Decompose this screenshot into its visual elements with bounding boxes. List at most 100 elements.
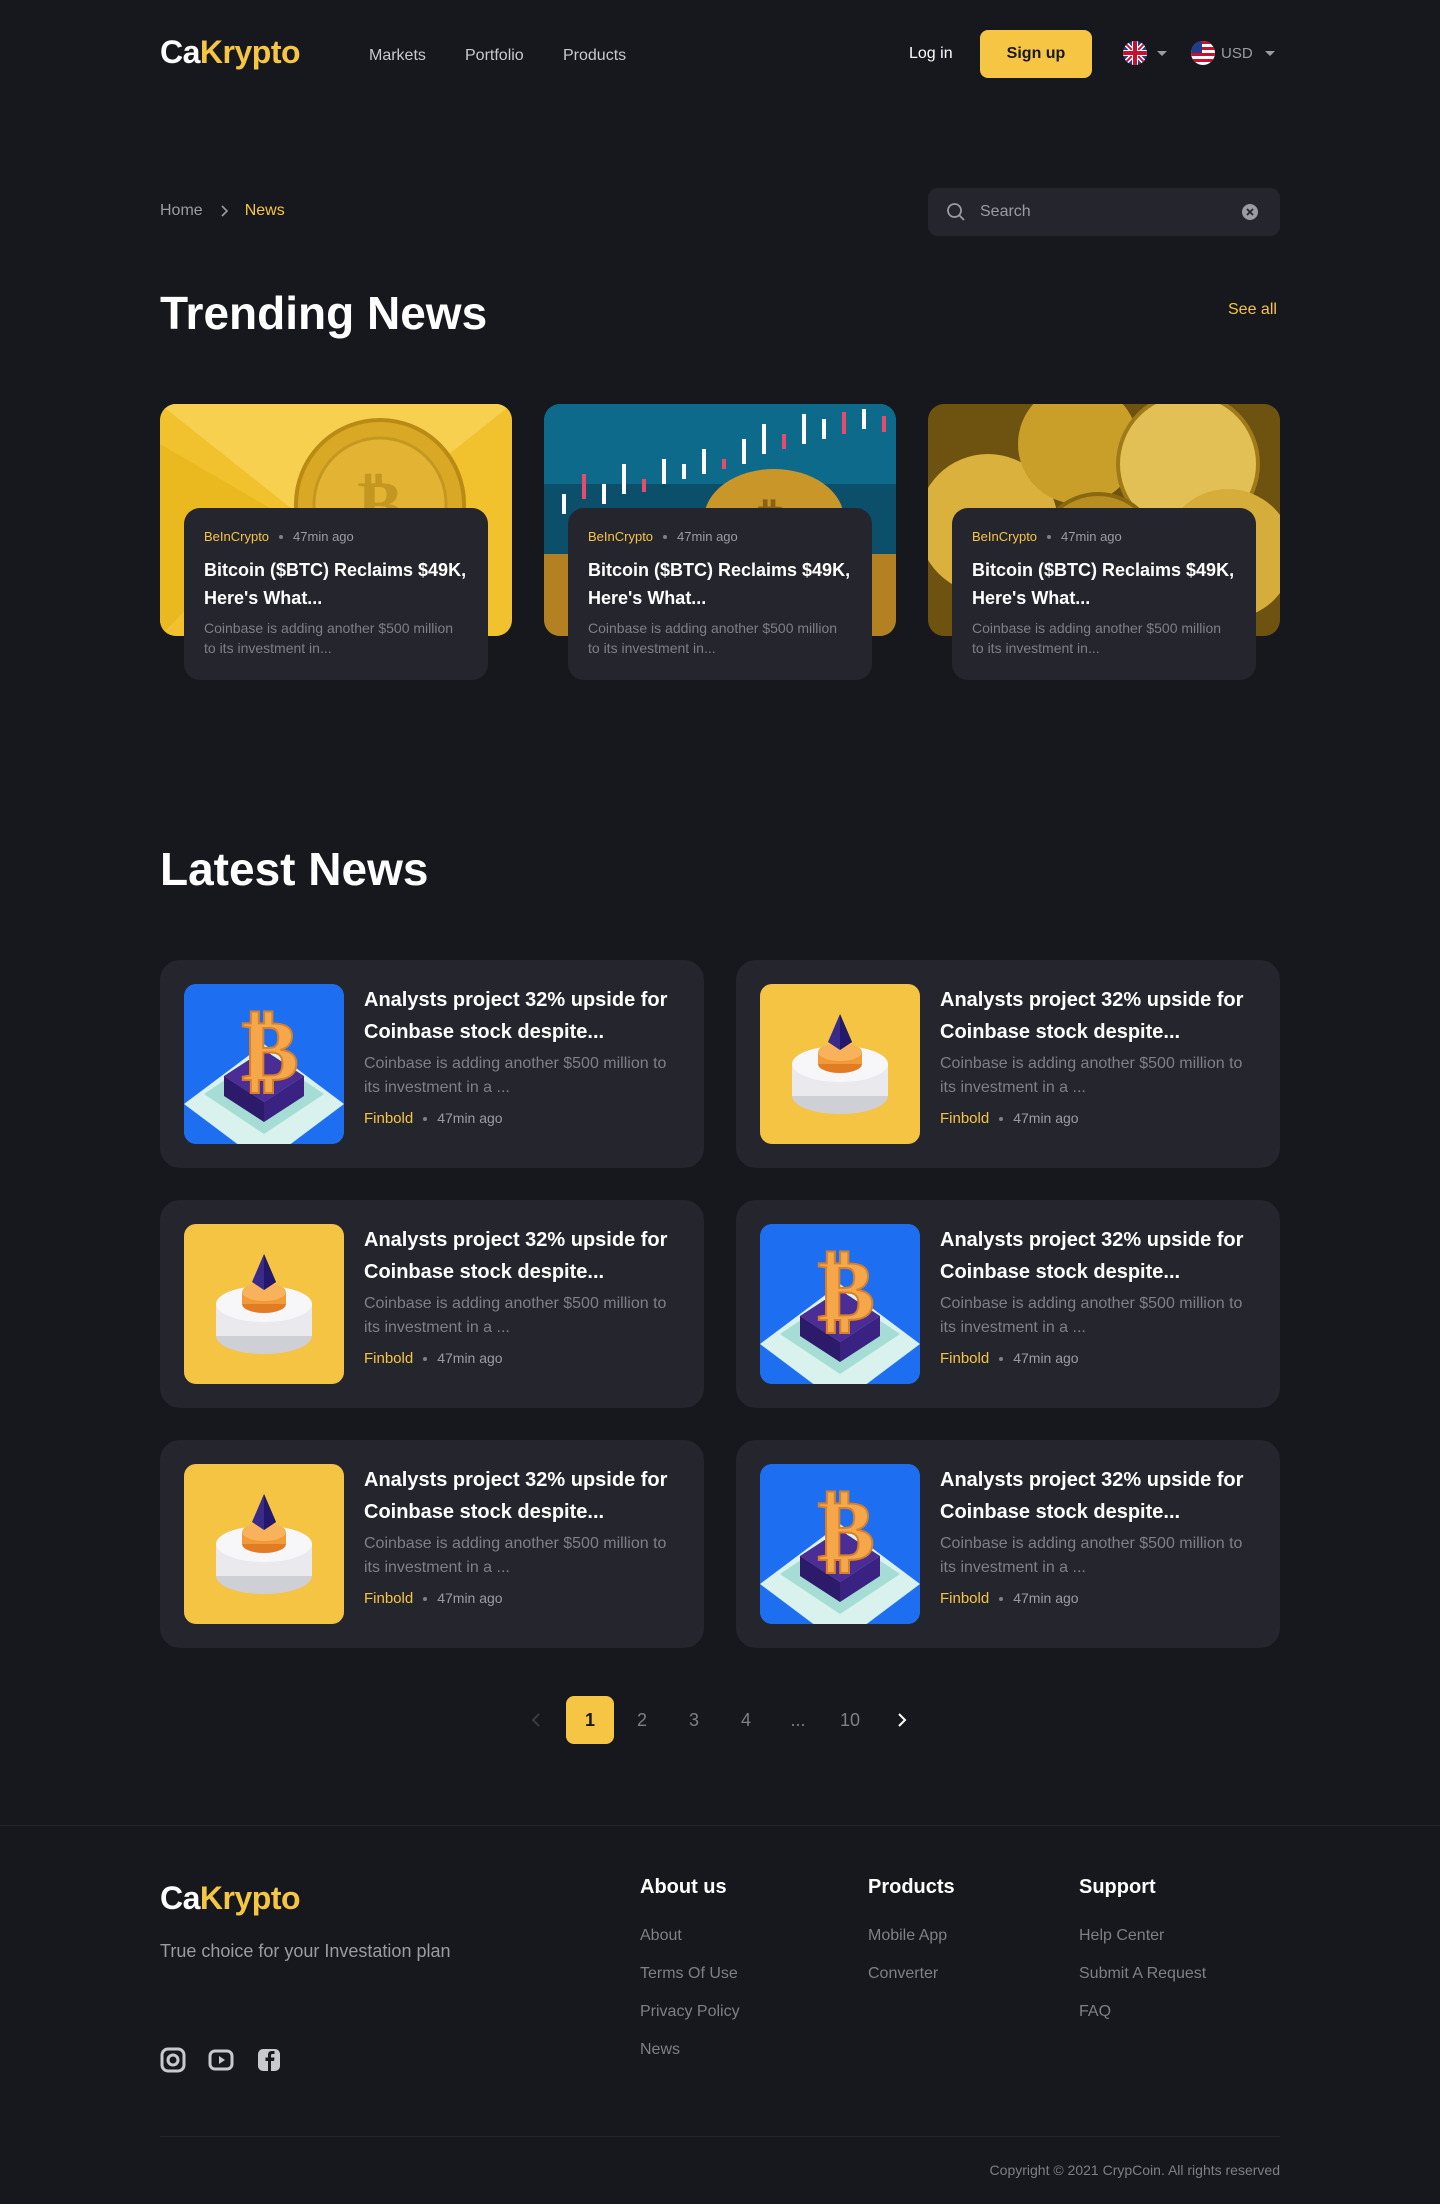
news-title[interactable]: Analysts project 32% upside for Coinbase… [940,1224,1260,1288]
news-source[interactable]: BeInCrypto [588,529,653,544]
bitcoin-icon: ₿ [184,984,344,1144]
nav-markets[interactable]: Markets [369,47,426,65]
news-description: Coinbase is adding another $500 million … [940,1535,1243,1576]
svg-text:₿: ₿ [241,1001,298,1101]
login-link[interactable]: Log in [909,45,953,63]
news-title[interactable]: Analysts project 32% upside for Coinbase… [364,1464,684,1528]
page-3[interactable]: 3 [670,1696,718,1744]
chevron-down-icon [1157,50,1167,56]
news-time: 47min ago [1013,1110,1079,1126]
latest-news-card[interactable]: Analysts project 32% upside for Coinbase… [736,960,1280,1168]
instagram-icon[interactable] [160,2047,186,2073]
latest-news-card[interactable]: ₿ Analysts project 32% upside for Coinbas… [736,1440,1280,1648]
language-select[interactable] [1123,41,1167,65]
logo[interactable]: CaKrypto [160,34,301,71]
social-links [160,2047,282,2073]
news-title[interactable]: Bitcoin ($BTC) Reclaims $49K, Here's Wha… [972,556,1236,612]
separator-dot [279,534,284,539]
footer-link[interactable]: Privacy Policy [640,2003,740,2021]
page-1[interactable]: 1 [566,1696,614,1744]
currency-select[interactable]: USD [1191,41,1275,65]
news-time: 47min ago [437,1110,503,1126]
footer-logo[interactable]: CaKrypto [160,1880,301,1917]
search-icon [947,203,965,221]
news-time: 47min ago [293,529,354,544]
news-title[interactable]: Analysts project 32% upside for Coinbase… [940,1464,1260,1528]
news-thumbnail[interactable]: ₿ [760,1464,920,1624]
news-description: Coinbase is adding another $500 million … [972,620,1222,656]
nav-portfolio[interactable]: Portfolio [465,47,524,65]
news-description: Coinbase is adding another $500 million … [588,620,838,656]
page-2[interactable]: 2 [618,1696,666,1744]
separator-dot [999,1356,1004,1361]
news-time: 47min ago [1013,1350,1079,1366]
news-title[interactable]: Analysts project 32% upside for Coinbase… [940,984,1260,1048]
news-title[interactable]: Analysts project 32% upside for Coinbase… [364,1224,684,1288]
svg-text:₿: ₿ [817,1481,874,1581]
footer-column: Support Help Center Submit A Request FAQ [1079,1876,1206,2021]
uk-flag-icon [1123,41,1147,65]
footer-link[interactable]: Help Center [1079,1927,1206,1945]
us-flag-icon [1191,41,1215,65]
see-all-link[interactable]: See all [1228,301,1277,319]
footer-link[interactable]: Mobile App [868,1927,955,1945]
footer-link[interactable]: News [640,2041,740,2059]
clear-search-icon[interactable] [1242,204,1258,220]
news-source[interactable]: Finbold [364,1350,413,1367]
svg-text:₿: ₿ [817,1241,874,1341]
logo-part-2: Krypto [199,34,301,70]
trending-card[interactable]: BeInCrypto 47min ago Bitcoin ($BTC) Recla… [568,508,872,680]
footer-link[interactable]: About [640,1927,740,1945]
news-title[interactable]: Analysts project 32% upside for Coinbase… [364,984,684,1048]
news-source[interactable]: Finbold [940,1110,989,1127]
latest-news-card[interactable]: ₿ Analysts project 32% upside for Coinbas… [160,960,704,1168]
page-10[interactable]: 10 [826,1696,874,1744]
news-thumbnail[interactable] [760,984,920,1144]
footer-link[interactable]: FAQ [1079,2003,1206,2021]
breadcrumb-home[interactable]: Home [160,202,203,220]
currency-label: USD [1221,44,1253,62]
youtube-icon[interactable] [208,2047,234,2073]
latest-news-card[interactable]: Analysts project 32% upside for Coinbase… [160,1200,704,1408]
footer-link[interactable]: Submit A Request [1079,1965,1206,1983]
bitcoin-icon: ₿ [760,1464,920,1624]
footer-bottom-divider [160,2136,1280,2137]
news-source[interactable]: BeInCrypto [972,529,1037,544]
news-title[interactable]: Bitcoin ($BTC) Reclaims $49K, Here's Wha… [588,556,852,612]
news-description: Coinbase is adding another $500 million … [364,1055,667,1096]
news-thumbnail[interactable] [184,1224,344,1384]
chevron-down-icon [1264,50,1275,56]
logo-part-2: Krypto [199,1880,301,1916]
ethereum-icon [760,984,920,1144]
news-source[interactable]: Finbold [364,1590,413,1607]
footer-column: Products Mobile App Converter [868,1876,955,1983]
chevron-left-icon[interactable] [530,1712,544,1728]
trending-card[interactable]: BeInCrypto 47min ago Bitcoin ($BTC) Recla… [952,508,1256,680]
search-input[interactable] [980,188,1230,236]
footer-link[interactable]: Converter [868,1965,955,1983]
signup-button[interactable]: Sign up [980,30,1092,78]
news-source[interactable]: Finbold [364,1110,413,1127]
latest-news-card[interactable]: Analysts project 32% upside for Coinbase… [160,1440,704,1648]
news-thumbnail[interactable]: ₿ [760,1224,920,1384]
news-thumbnail[interactable] [184,1464,344,1624]
news-thumbnail[interactable]: ₿ [184,984,344,1144]
news-time: 47min ago [1013,1590,1079,1606]
news-source[interactable]: BeInCrypto [204,529,269,544]
trending-card[interactable]: BeInCrypto 47min ago Bitcoin ($BTC) Recla… [184,508,488,680]
page-4[interactable]: 4 [722,1696,770,1744]
news-description: Coinbase is adding another $500 million … [204,620,454,656]
facebook-icon[interactable] [256,2047,282,2073]
chevron-right-icon[interactable] [894,1712,908,1728]
news-source[interactable]: Finbold [940,1350,989,1367]
logo-part-1: Ca [160,34,200,70]
news-source[interactable]: Finbold [940,1590,989,1607]
footer-divider [0,1825,1440,1826]
news-title[interactable]: Bitcoin ($BTC) Reclaims $49K, Here's Wha… [204,556,468,612]
nav-products[interactable]: Products [563,47,626,65]
logo-part-1: Ca [160,1880,200,1916]
footer-link[interactable]: Terms Of Use [640,1965,740,1983]
search-box [928,188,1280,236]
page-ellipsis: ... [790,1710,806,1730]
latest-news-card[interactable]: ₿ Analysts project 32% upside for Coinbas… [736,1200,1280,1408]
